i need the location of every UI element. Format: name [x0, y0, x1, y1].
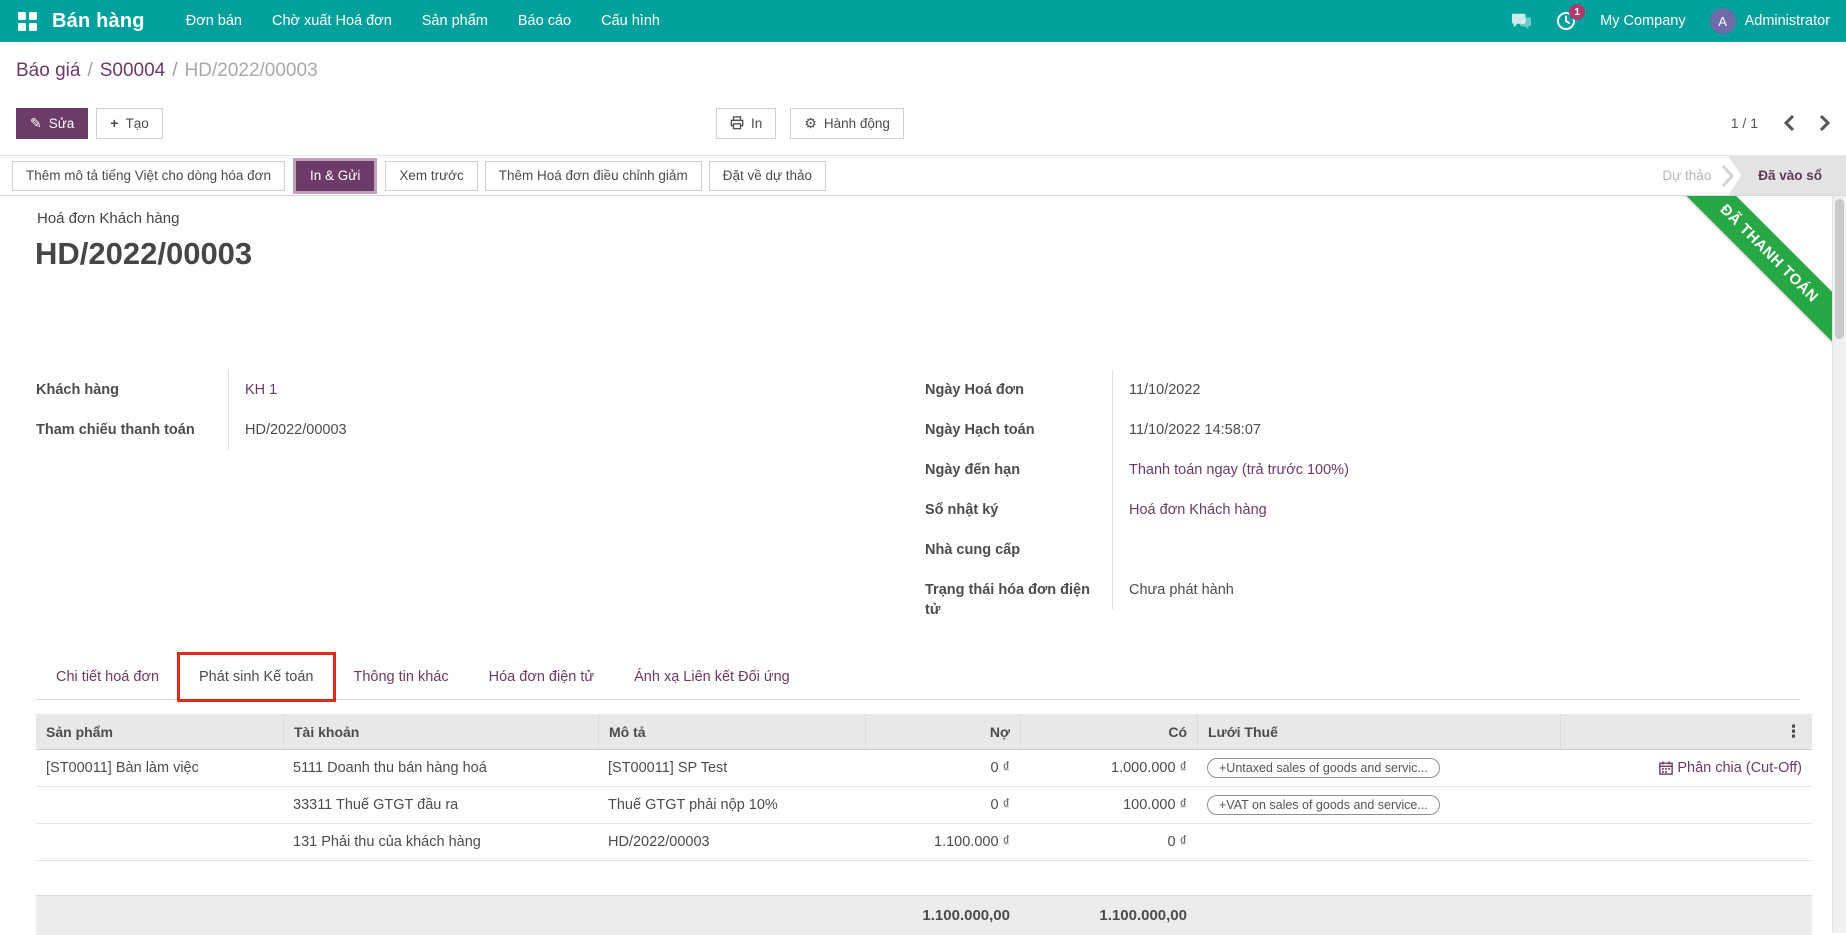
- activity-badge: 1: [1569, 4, 1585, 20]
- field-due-date: Ngày đến hạn Thanh toán ngay (trả trước …: [925, 450, 1505, 490]
- print-and-send-button[interactable]: In & Gửi: [296, 161, 374, 191]
- add-credit-note-button[interactable]: Thêm Hoá đơn điều chỉnh giảm: [485, 161, 702, 191]
- apps-menu-button[interactable]: [14, 8, 40, 34]
- pager-next-button[interactable]: [1819, 114, 1830, 132]
- statusbar: Thêm mô tả tiếng Việt cho dòng hóa đơn I…: [0, 155, 1846, 196]
- col-credit: Có: [1020, 714, 1197, 749]
- plus-icon: +: [110, 116, 118, 130]
- table-body: [ST00011] Bàn làm việc 5111 Doanh thu bá…: [36, 750, 1812, 861]
- user-menu[interactable]: A Administrator: [1710, 8, 1830, 34]
- paid-ribbon: ĐÃ THANH TOÁN: [1672, 196, 1832, 354]
- total-debit: 1.100.000,00: [865, 907, 1020, 924]
- field-accounting-date: Ngày Hạch toán 11/10/2022 14:58:07: [925, 410, 1505, 450]
- breadcrumb-separator: /: [165, 60, 184, 81]
- pager-previous-button[interactable]: [1784, 114, 1795, 132]
- tab-other-info[interactable]: Thông tin khác: [334, 654, 469, 700]
- table-totals-row: 1.100.000,00 1.100.000,00: [36, 895, 1812, 935]
- pager: 1 / 1: [1731, 114, 1830, 132]
- stage-posted[interactable]: Đã vào sổ: [1728, 156, 1846, 195]
- field-invoice-date: Ngày Hoá đơn 11/10/2022: [925, 370, 1505, 410]
- avatar: A: [1710, 8, 1736, 34]
- document-type-label: Hoá đơn Khách hàng: [37, 210, 179, 227]
- breadcrumb-separator: /: [80, 60, 99, 81]
- optional-columns-button kebab-menu-icon[interactable]: ⋮: [1785, 722, 1802, 742]
- pager-value: 1 / 1: [1731, 115, 1758, 131]
- field-customer: Khách hàng KH 1: [36, 370, 616, 410]
- customer-link[interactable]: KH 1: [228, 370, 616, 410]
- menu-don-ban[interactable]: Đơn bán: [171, 0, 257, 42]
- table-row[interactable]: 33311 Thuế GTGT đầu ra Thuế GTGT phải nộ…: [36, 787, 1812, 824]
- cutoff-button[interactable]: Phân chia (Cut-Off): [1659, 760, 1802, 776]
- col-account: Tài khoản: [283, 714, 598, 749]
- tax-grid-tag: +VAT on sales of goods and service...: [1207, 795, 1440, 815]
- breadcrumb: Báo giá/S00004/HD/2022/00003: [16, 58, 1830, 96]
- table-row[interactable]: [ST00011] Bàn làm việc 5111 Doanh thu bá…: [36, 750, 1812, 787]
- form-sheet: ĐÃ THANH TOÁN Hoá đơn Khách hàng HD/2022…: [0, 196, 1846, 933]
- table-header: Sản phẩm Tài khoản Mô tả Nợ Có Lưới Thuế…: [36, 714, 1812, 750]
- action-button[interactable]: ⚙ Hành động: [790, 108, 904, 139]
- company-switcher[interactable]: My Company: [1600, 13, 1685, 29]
- notebook-tabs: Chi tiết hoá đơn Phát sinh Kế toán Thông…: [36, 652, 1800, 700]
- scrollbar-track: [1832, 196, 1846, 933]
- col-debit: Nợ: [865, 714, 1020, 749]
- field-group-left: Khách hàng KH 1 Tham chiếu thanh toán HD…: [36, 370, 616, 450]
- field-journal: Sổ nhật ký Hoá đơn Khách hàng: [925, 490, 1505, 530]
- tab-journal-items[interactable]: Phát sinh Kế toán: [179, 654, 333, 700]
- menu-cho-xuat-hoa-don[interactable]: Chờ xuất Hoá đơn: [257, 0, 407, 42]
- control-panel: Báo giá/S00004/HD/2022/00003 ✎ Sửa + Tạo: [0, 42, 1846, 140]
- main-menu: Đơn bán Chờ xuất Hoá đơn Sản phẩm Báo cá…: [171, 0, 675, 42]
- scrollbar-thumb[interactable]: [1835, 199, 1844, 339]
- add-vietnamese-description-button[interactable]: Thêm mô tả tiếng Việt cho dòng hóa đơn: [12, 161, 285, 191]
- gear-icon: ⚙: [804, 116, 817, 130]
- col-description: Mô tả: [598, 714, 865, 749]
- menu-cau-hinh[interactable]: Cấu hình: [586, 0, 675, 42]
- apps-grid-icon: [18, 12, 37, 31]
- col-product: Sản phẩm: [36, 714, 283, 749]
- field-group-right: Ngày Hoá đơn 11/10/2022 Ngày Hạch toán 1…: [925, 370, 1505, 630]
- table-row[interactable]: 131 Phải thu của khách hàng HD/2022/0000…: [36, 824, 1812, 861]
- field-vendor: Nhà cung cấp: [925, 530, 1505, 570]
- paid-ribbon-wrap: ĐÃ THANH TOÁN: [1672, 196, 1832, 356]
- col-tax-grid: Lưới Thuế: [1197, 714, 1560, 749]
- field-einvoice-status: Trạng thái hóa đơn điện tử Chưa phát hàn…: [925, 570, 1505, 630]
- screen: Bán hàng Đơn bán Chờ xuất Hoá đơn Sản ph…: [0, 0, 1846, 933]
- print-button[interactable]: In: [716, 108, 776, 139]
- activities-button[interactable]: 1: [1556, 11, 1576, 31]
- menu-san-pham[interactable]: Sản phẩm: [407, 0, 503, 42]
- tab-invoice-lines[interactable]: Chi tiết hoá đơn: [36, 654, 179, 700]
- chat-icon: [1510, 11, 1532, 31]
- field-payment-reference: Tham chiếu thanh toán HD/2022/00003: [36, 410, 616, 450]
- breadcrumb-s00004[interactable]: S00004: [100, 60, 166, 81]
- col-extra: ⋮: [1560, 714, 1812, 749]
- edit-button[interactable]: ✎ Sửa: [16, 108, 88, 139]
- create-button[interactable]: + Tạo: [96, 108, 162, 139]
- top-navbar: Bán hàng Đơn bán Chờ xuất Hoá đơn Sản ph…: [0, 0, 1846, 42]
- navbar-right: 1 My Company A Administrator: [1510, 8, 1830, 34]
- payment-terms-link[interactable]: Thanh toán ngay (trả trước 100%): [1112, 450, 1505, 490]
- total-credit: 1.100.000,00: [1020, 907, 1197, 924]
- reset-to-draft-button[interactable]: Đặt về dự thảo: [709, 161, 826, 191]
- breadcrumb-bao-gia[interactable]: Báo giá: [16, 60, 80, 81]
- preview-button[interactable]: Xem trước: [385, 161, 477, 191]
- page-title: HD/2022/00003: [35, 236, 252, 272]
- calendar-icon: [1659, 761, 1673, 775]
- tax-grid-tag: +Untaxed sales of goods and servic...: [1207, 758, 1440, 778]
- journal-link[interactable]: Hoá đơn Khách hàng: [1112, 490, 1505, 530]
- printer-icon: [730, 116, 744, 130]
- user-name: Administrator: [1745, 13, 1830, 29]
- app-title[interactable]: Bán hàng: [52, 10, 145, 33]
- tab-einvoice[interactable]: Hóa đơn điện tử: [469, 654, 614, 700]
- messages-button[interactable]: [1510, 11, 1532, 31]
- control-panel-buttons: ✎ Sửa + Tạo In ⚙: [16, 106, 1830, 140]
- tab-counterpart-mapping[interactable]: Ánh xạ Liên kết Đối ứng: [614, 654, 810, 700]
- pencil-icon: ✎: [30, 116, 42, 130]
- menu-bao-cao[interactable]: Báo cáo: [503, 0, 586, 42]
- status-pipeline: Dự thảo Đã vào sổ: [1652, 156, 1846, 195]
- journal-items-table: Sản phẩm Tài khoản Mô tả Nợ Có Lưới Thuế…: [36, 714, 1812, 935]
- stage-draft[interactable]: Dự thảo: [1652, 156, 1721, 195]
- breadcrumb-current: HD/2022/00003: [185, 60, 318, 81]
